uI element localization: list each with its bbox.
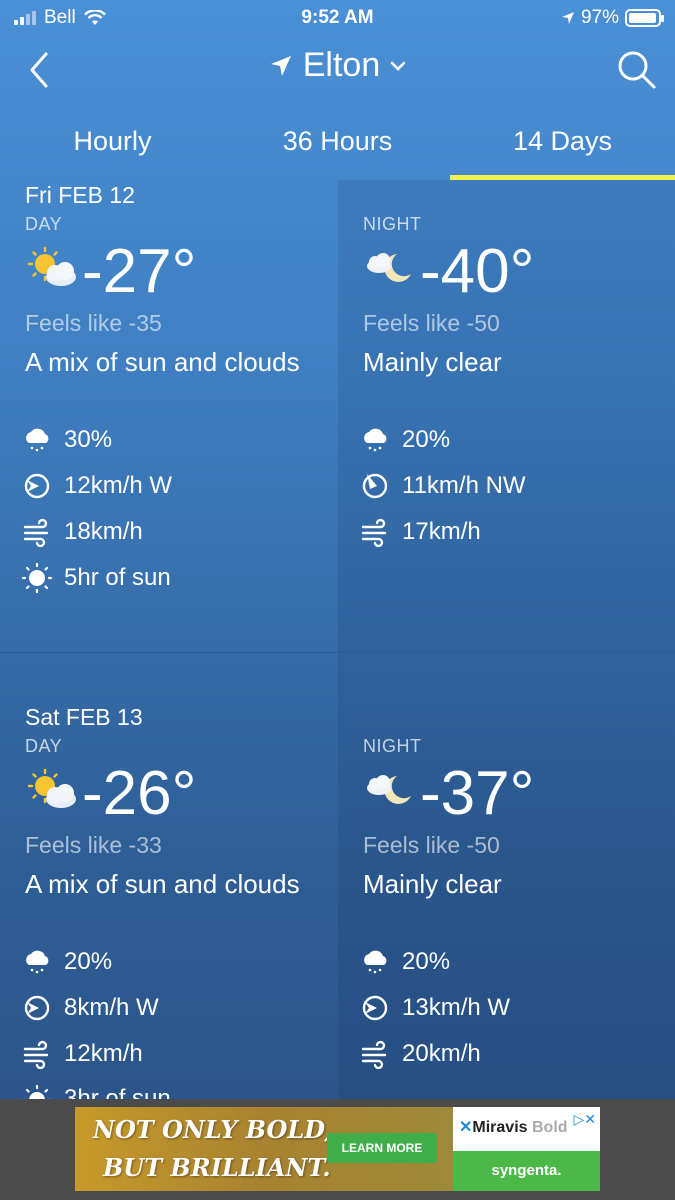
forecast-tabs: Hourly 36 Hours 14 Days [0, 106, 675, 180]
sun-stat: 3hr of sun [22, 1085, 171, 1099]
gust-value: 20km/h [402, 1040, 481, 1067]
precip-stat: 30% [22, 425, 112, 455]
gust-stat: 12km/h [22, 1039, 143, 1069]
location-arrow-icon [270, 55, 291, 76]
ad-image: NOT ONLY BOLD, BUT BRILLIANT. LEARN MORE [75, 1107, 453, 1191]
temperature: -37° [420, 759, 535, 828]
moon-cloud-icon [367, 775, 411, 804]
sun-cloud-icon [27, 768, 76, 808]
gust-value: 12km/h [64, 1040, 143, 1067]
location-name: Elton [302, 46, 381, 84]
status-bar: Bell 9:52 AM 97% [0, 0, 675, 36]
sun-hours: 5hr of sun [64, 564, 171, 591]
precip-value: 20% [64, 948, 113, 975]
gust-value: 18km/h [64, 518, 143, 545]
precip-stat: 20% [360, 947, 450, 977]
precip-stat: 20% [22, 947, 112, 977]
precip-value: 20% [402, 426, 451, 453]
app-header: Elton [0, 36, 675, 106]
ad-sponsor: syngenta. [453, 1151, 600, 1191]
rain-cloud-icon [364, 428, 387, 452]
day-forecast-row[interactable]: Sat FEB 13 DAY -26° Feels like -33 A mix… [0, 653, 675, 1099]
location-selector[interactable]: Elton [0, 46, 675, 85]
sun-hours: 3hr of sun [64, 1085, 171, 1099]
gust-stat: 17km/h [360, 517, 481, 547]
wind-gust-icon [23, 1040, 49, 1069]
sun-icon [22, 1085, 52, 1099]
search-icon[interactable] [615, 48, 657, 90]
precip-value: 20% [402, 948, 451, 975]
ad-banner[interactable]: NOT ONLY BOLD, BUT BRILLIANT. LEARN MORE… [75, 1107, 600, 1191]
wind-direction-icon [24, 995, 50, 1021]
period-label: NIGHT [363, 214, 422, 234]
wind-direction-icon [362, 995, 388, 1021]
rain-cloud-icon [26, 428, 49, 452]
feels-like: Feels like -35 [25, 310, 162, 336]
day-forecast-row[interactable]: Fri FEB 12 DAY -27° Feels like -35 A mix… [0, 180, 675, 652]
wind-stat: 8km/h W [22, 993, 159, 1023]
battery-icon [625, 9, 664, 27]
wind-direction-icon [24, 473, 50, 499]
chevron-down-icon [390, 61, 406, 71]
feels-like: Feels like -33 [25, 832, 162, 858]
precip-value: 30% [64, 426, 113, 453]
day-column: Sat FEB 13 DAY -26° Feels like -33 A mix… [0, 653, 338, 1099]
sun-cloud-icon [27, 246, 76, 286]
wind-value: 11km/h NW [402, 472, 526, 499]
night-column: NIGHT -40° Feels like -50 Mainly clear 2… [338, 180, 675, 652]
day-column: Fri FEB 12 DAY -27° Feels like -35 A mix… [0, 180, 338, 652]
gust-stat: 18km/h [22, 517, 143, 547]
ad-choices-close-icon[interactable]: ▷✕ [574, 1111, 597, 1128]
forecast-date: Sat FEB 13 [25, 704, 143, 730]
ad-brand: ✕Miravis Bold ▷✕ syngenta. [453, 1107, 600, 1191]
feels-like: Feels like -50 [363, 832, 500, 858]
period-label: DAY [25, 214, 63, 234]
ad-brand-suffix: Bold [532, 1119, 568, 1136]
condition: A mix of sun and clouds [25, 869, 300, 899]
temperature: -40° [420, 237, 535, 306]
gust-stat: 20km/h [360, 1039, 481, 1069]
status-right: 97% [561, 7, 664, 29]
battery-percent: 97% [580, 7, 619, 28]
wind-value: 13km/h W [402, 994, 511, 1021]
location-arrow-icon [561, 12, 574, 24]
wind-direction-icon [362, 473, 388, 499]
condition: Mainly clear [363, 347, 502, 377]
ad-brand-name: Miravis [472, 1119, 528, 1136]
ad-bar: NOT ONLY BOLD, BUT BRILLIANT. LEARN MORE… [0, 1099, 675, 1200]
forecast-date: Fri FEB 12 [25, 182, 135, 208]
tab-14-days[interactable]: 14 Days [450, 106, 675, 180]
precip-stat: 20% [360, 425, 450, 455]
wind-value: 8km/h W [64, 994, 159, 1021]
ad-headline-line2: BUT BRILLIANT. [103, 1153, 331, 1182]
wind-gust-icon [23, 518, 49, 547]
wind-stat: 12km/h W [22, 471, 172, 501]
learn-more-button[interactable]: LEARN MORE [327, 1133, 437, 1163]
wind-gust-icon [361, 1040, 387, 1069]
wind-value: 12km/h W [64, 472, 173, 499]
tab-hourly[interactable]: Hourly [0, 106, 225, 180]
sun-icon [22, 563, 52, 593]
wind-gust-icon [361, 518, 387, 547]
ad-headline-line1: NOT ONLY BOLD, [93, 1115, 333, 1144]
sun-stat: 5hr of sun [22, 563, 171, 593]
moon-cloud-icon [367, 253, 411, 282]
ad-headline: NOT ONLY BOLD, BUT BRILLIANT. [93, 1111, 333, 1187]
temperature: -26° [82, 759, 197, 828]
wind-stat: 11km/h NW [360, 471, 526, 501]
tab-36-hours[interactable]: 36 Hours [225, 106, 450, 180]
gust-value: 17km/h [402, 518, 481, 545]
feels-like: Feels like -50 [363, 310, 500, 336]
wind-stat: 13km/h W [360, 993, 510, 1023]
temperature: -27° [82, 237, 197, 306]
condition: Mainly clear [363, 869, 502, 899]
period-label: DAY [25, 736, 63, 756]
ad-brand-logo: ✕Miravis Bold [459, 1119, 568, 1136]
condition: A mix of sun and clouds [25, 347, 300, 377]
rain-cloud-icon [364, 950, 387, 974]
period-label: NIGHT [363, 736, 422, 756]
night-column: NIGHT -37° Feels like -50 Mainly clear 2… [338, 653, 675, 1099]
rain-cloud-icon [26, 950, 49, 974]
